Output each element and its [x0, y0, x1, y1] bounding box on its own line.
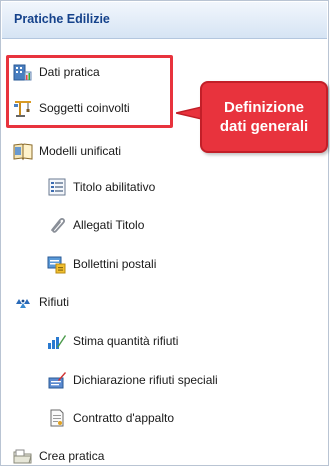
contract-document-icon: [47, 408, 67, 428]
panel-title: Pratiche Edilizie: [14, 12, 110, 26]
document-pen-icon: [47, 370, 67, 390]
nav-item-label: Rifiuti: [39, 295, 70, 309]
nav-item-crea-pratica[interactable]: Crea pratica: [13, 445, 104, 467]
callout-line-2: dati generali: [219, 118, 309, 135]
panel-header: Pratiche Edilizie: [2, 2, 327, 39]
recycle-icon: [13, 292, 33, 312]
nav-item-label: Allegati Titolo: [73, 218, 145, 232]
nav-item-bollettini-postali[interactable]: Bollettini postali: [47, 253, 156, 275]
nav-item-label: Crea pratica: [39, 449, 105, 463]
nav-item-label: Modelli unificati: [39, 144, 122, 158]
nav-item-label: Contratto d'appalto: [73, 411, 175, 425]
postal-slip-icon: [47, 254, 67, 274]
callout-definizione-dati-generali: Definizione dati generali: [200, 81, 328, 153]
nav-item-titolo-abilitativo[interactable]: Titolo abilitativo: [47, 176, 155, 198]
nav-item-rifiuti[interactable]: Rifiuti: [13, 291, 69, 313]
nav-item-contratto-appalto[interactable]: Contratto d'appalto: [47, 407, 174, 429]
list-document-icon: [47, 177, 67, 197]
nav-item-label: Dichiarazione rifiuti speciali: [73, 373, 218, 387]
nav-item-label: Bollettini postali: [73, 257, 157, 271]
paperclip-icon: [47, 215, 67, 235]
open-book-icon: [13, 141, 33, 161]
nav-item-label: Titolo abilitativo: [73, 180, 156, 194]
nav-item-dichiarazione-rifiuti-speciali[interactable]: Dichiarazione rifiuti speciali: [47, 369, 218, 391]
chart-pen-icon: [47, 331, 67, 351]
nav-item-allegati-titolo[interactable]: Allegati Titolo: [47, 214, 144, 236]
nav-item-modelli-unificati[interactable]: Modelli unificati: [13, 140, 121, 162]
callout-line-1: Definizione: [223, 99, 304, 116]
folder-create-icon: [13, 446, 33, 466]
nav-item-label: Stima quantità rifiuti: [73, 334, 179, 348]
nav-item-stima-quantita-rifiuti[interactable]: Stima quantità rifiuti: [47, 330, 178, 352]
highlight-box: [6, 55, 173, 128]
